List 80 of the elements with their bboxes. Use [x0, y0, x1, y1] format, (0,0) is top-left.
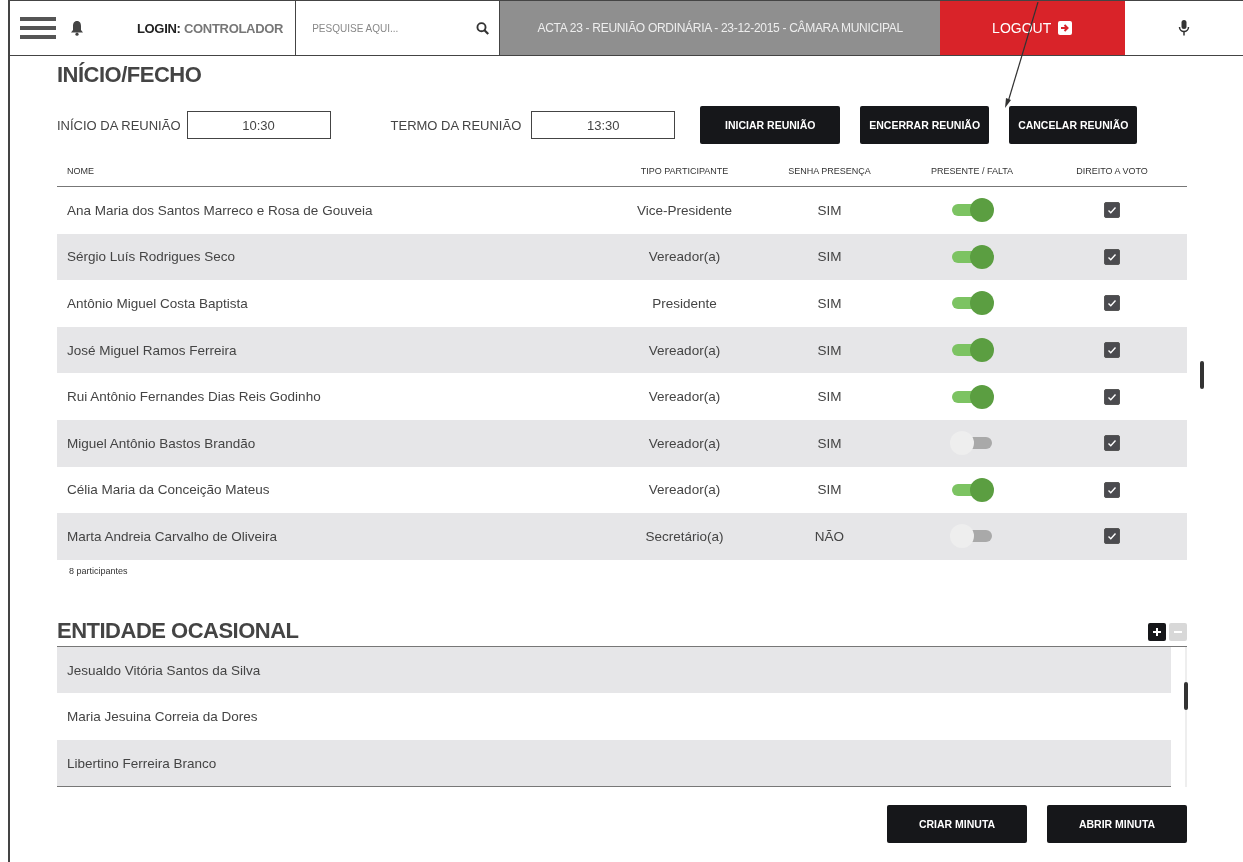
presence-toggle[interactable]	[950, 244, 994, 269]
presence-toggle[interactable]	[950, 431, 994, 456]
bell-icon[interactable]	[70, 20, 84, 36]
check-icon	[1107, 298, 1117, 309]
check-icon	[1107, 438, 1117, 449]
vote-checkbox[interactable]	[1104, 295, 1120, 312]
table-cell-text: Vereador(a)	[647, 249, 722, 265]
menu-icon[interactable]	[20, 16, 56, 40]
login-label: LOGIN: CONTROLADOR	[136, 20, 284, 36]
presence-toggle[interactable]	[950, 338, 994, 363]
check-icon	[1107, 531, 1117, 542]
section-title: ENTIDADE OCASIONAL	[57, 617, 299, 644]
check-icon	[1107, 345, 1117, 356]
end-label: TERMO DA REUNIÃO	[390, 117, 522, 133]
table-cell-text: SIM	[816, 249, 843, 265]
presence-toggle[interactable]	[950, 198, 994, 223]
scrollbar-thumb[interactable]	[1200, 361, 1204, 389]
search-icon[interactable]	[475, 20, 490, 36]
list-item[interactable]: Maria Jesuina Correia da Dores	[57, 693, 1172, 740]
meeting-button[interactable]: CANCELAR REUNIÃO	[1009, 106, 1138, 144]
column-header: TIPO PARTICIPANTE	[639, 166, 730, 176]
table-cell-text: Vereador(a)	[647, 342, 722, 358]
table-cell-text: Sérgio Luís Rodrigues Seco	[66, 249, 237, 265]
table-cell-text: Vice-Presidente	[635, 202, 734, 218]
presence-toggle[interactable]	[950, 524, 994, 549]
table-cell-text: SIM	[816, 389, 843, 405]
meeting-title: ACTA 23 - REUNIÃO ORDINÁRIA - 23-12-2015 - CÂMARA MUNICIPAL	[500, 1, 941, 55]
table-cell-text: José Miguel Ramos Ferreira	[66, 342, 238, 358]
table-cell-text: Célia Maria da Conceição Mateus	[66, 482, 271, 498]
vote-checkbox[interactable]	[1104, 435, 1120, 452]
table-cell-text: Rui Antônio Fernandes Dias Reis Godinho	[66, 389, 322, 405]
column-header: PRESENTE / FALTA	[929, 166, 1015, 176]
check-icon	[1107, 391, 1117, 402]
column-header: SENHA PRESENÇA	[787, 166, 872, 176]
start-label: INÍCIO DA REUNIÃO	[57, 117, 181, 133]
presence-toggle[interactable]	[950, 477, 994, 502]
section-title: INÍCIO/FECHO	[57, 62, 203, 88]
table-cell-text: SIM	[816, 482, 843, 498]
table-cell-text: Vereador(a)	[647, 482, 722, 498]
vote-checkbox[interactable]	[1104, 481, 1120, 498]
vote-checkbox[interactable]	[1104, 342, 1120, 359]
column-header: DIREITO A VOTO	[1075, 166, 1149, 176]
column-header: NOME	[66, 166, 95, 176]
table-cell-text: Vereador(a)	[647, 435, 722, 451]
vote-checkbox[interactable]	[1104, 202, 1120, 219]
add-button[interactable]	[1148, 622, 1166, 641]
table-cell-text: Antônio Miguel Costa Baptista	[66, 296, 249, 311]
table-cell-text: Miguel Antônio Bastos Brandão	[66, 435, 257, 451]
table-cell-text: Marta Andreia Carvalho de Oliveira	[66, 528, 279, 544]
table-cell-text: Secretário(a)	[644, 528, 725, 544]
list-item[interactable]: Jesualdo Vitória Santos da Silva	[57, 646, 1172, 694]
table-cell-text: SIM	[816, 435, 843, 451]
vote-checkbox[interactable]	[1104, 388, 1120, 405]
table-cell-text: SIM	[816, 202, 843, 218]
presence-toggle[interactable]	[950, 384, 994, 409]
table-cell-text: SIM	[816, 342, 843, 358]
minute-button[interactable]: ABRIR MINUTA	[1047, 805, 1187, 844]
vote-checkbox[interactable]	[1104, 248, 1120, 265]
plus-icon	[1152, 626, 1162, 637]
start-time-field[interactable]: 10:30	[186, 111, 331, 139]
list-item[interactable]: Libertino Ferreira Branco	[57, 739, 1172, 787]
table-cell-text: Ana Maria dos Santos Marreco e Rosa de Gouveia	[66, 202, 374, 218]
table-cell-text: SIM	[816, 296, 843, 311]
table-cell-text: Vereador(a)	[647, 389, 722, 405]
table-cell-text: NÃO	[813, 528, 846, 544]
check-icon	[1107, 484, 1117, 495]
logout-button[interactable]: LOGOUT	[940, 1, 1126, 55]
participant-count: 8 participantes	[69, 565, 129, 576]
microphone-icon[interactable]	[1178, 19, 1191, 37]
minute-button[interactable]: CRIAR MINUTA	[887, 805, 1027, 844]
check-icon	[1107, 205, 1117, 216]
presence-toggle[interactable]	[950, 291, 994, 316]
meeting-button[interactable]: INICIAR REUNIÃO	[700, 106, 841, 144]
table-cell-text: Presidente	[651, 296, 718, 311]
logout-icon	[1057, 20, 1074, 36]
scrollbar-thumb[interactable]	[1184, 681, 1189, 710]
meeting-button[interactable]: ENCERRAR REUNIÃO	[860, 106, 990, 144]
vote-checkbox[interactable]	[1104, 528, 1120, 545]
end-time-field[interactable]: 13:30	[531, 111, 676, 139]
check-icon	[1107, 251, 1117, 262]
